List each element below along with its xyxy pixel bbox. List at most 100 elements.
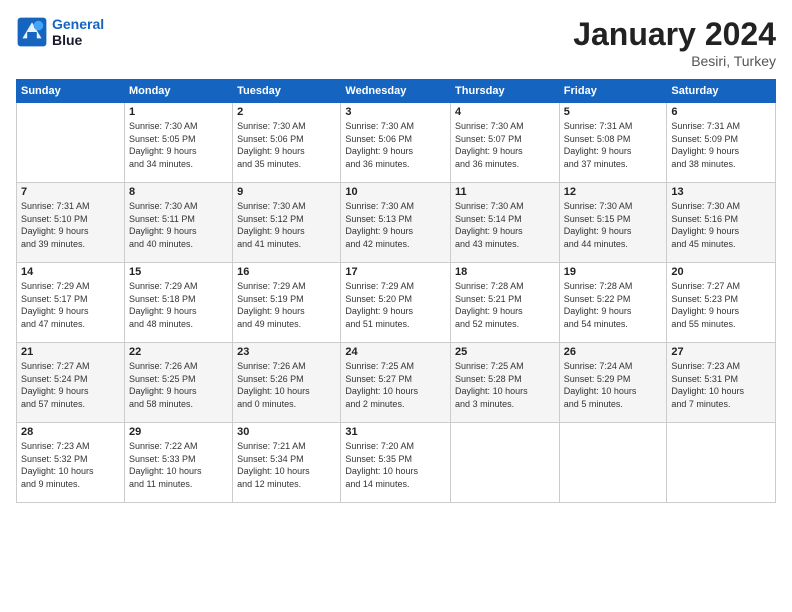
day-info: Sunrise: 7:24 AM Sunset: 5:29 PM Dayligh… xyxy=(564,360,663,410)
month-title: January 2024 xyxy=(573,16,776,53)
day-info: Sunrise: 7:21 AM Sunset: 5:34 PM Dayligh… xyxy=(237,440,336,490)
day-info: Sunrise: 7:30 AM Sunset: 5:06 PM Dayligh… xyxy=(345,120,446,170)
calendar-cell: 14 Sunrise: 7:29 AM Sunset: 5:17 PM Dayli… xyxy=(17,263,125,343)
calendar-cell: 1 Sunrise: 7:30 AM Sunset: 5:05 PM Daylig… xyxy=(124,103,232,183)
day-info: Sunrise: 7:23 AM Sunset: 5:31 PM Dayligh… xyxy=(671,360,771,410)
col-monday: Monday xyxy=(124,80,232,103)
day-info: Sunrise: 7:30 AM Sunset: 5:06 PM Dayligh… xyxy=(237,120,336,170)
calendar-cell: 13Sunrise: 7:30 AM Sunset: 5:16 PM Dayli… xyxy=(667,183,776,263)
calendar-cell: 21 Sunrise: 7:27 AM Sunset: 5:24 PM Dayli… xyxy=(17,343,125,423)
day-info: Sunrise: 7:23 AM Sunset: 5:32 PM Dayligh… xyxy=(21,440,120,490)
location-subtitle: Besiri, Turkey xyxy=(573,53,776,69)
day-number: 17 xyxy=(345,266,446,278)
day-info: Sunrise: 7:25 AM Sunset: 5:28 PM Dayligh… xyxy=(455,360,555,410)
day-info: Sunrise: 7:30 AM Sunset: 5:11 PM Dayligh… xyxy=(129,200,228,250)
day-info: Sunrise: 7:29 AM Sunset: 5:17 PM Dayligh… xyxy=(21,280,120,330)
calendar-table: Sunday Monday Tuesday Wednesday Thursday… xyxy=(16,79,776,503)
week-row-4: 21 Sunrise: 7:27 AM Sunset: 5:24 PM Dayli… xyxy=(17,343,776,423)
day-number: 14 xyxy=(21,266,120,278)
calendar-cell: 12 Sunrise: 7:30 AM Sunset: 5:15 PM Dayli… xyxy=(559,183,667,263)
day-info: Sunrise: 7:26 AM Sunset: 5:25 PM Dayligh… xyxy=(129,360,228,410)
calendar-cell: 27 Sunrise: 7:23 AM Sunset: 5:31 PM Dayli… xyxy=(667,343,776,423)
week-row-1: 1 Sunrise: 7:30 AM Sunset: 5:05 PM Daylig… xyxy=(17,103,776,183)
day-info: Sunrise: 7:31 AM Sunset: 5:09 PM Dayligh… xyxy=(671,120,771,170)
day-info: Sunrise: 7:30 AM Sunset: 5:12 PM Dayligh… xyxy=(237,200,336,250)
day-info: Sunrise: 7:31 AM Sunset: 5:08 PM Dayligh… xyxy=(564,120,663,170)
calendar-cell: 23Sunrise: 7:26 AM Sunset: 5:26 PM Dayli… xyxy=(233,343,341,423)
day-number: 22 xyxy=(129,346,228,358)
calendar-cell: 18Sunrise: 7:28 AM Sunset: 5:21 PM Dayli… xyxy=(451,263,560,343)
calendar-cell: 15 Sunrise: 7:29 AM Sunset: 5:18 PM Dayli… xyxy=(124,263,232,343)
day-number: 20 xyxy=(671,266,771,278)
col-saturday: Saturday xyxy=(667,80,776,103)
day-number: 3 xyxy=(345,106,446,118)
day-number: 27 xyxy=(671,346,771,358)
day-number: 8 xyxy=(129,186,228,198)
day-info: Sunrise: 7:22 AM Sunset: 5:33 PM Dayligh… xyxy=(129,440,228,490)
header-row: Sunday Monday Tuesday Wednesday Thursday… xyxy=(17,80,776,103)
title-block: January 2024 Besiri, Turkey xyxy=(573,16,776,69)
day-number: 10 xyxy=(345,186,446,198)
day-info: Sunrise: 7:29 AM Sunset: 5:18 PM Dayligh… xyxy=(129,280,228,330)
col-friday: Friday xyxy=(559,80,667,103)
day-number: 24 xyxy=(345,346,446,358)
calendar-cell xyxy=(559,423,667,503)
col-tuesday: Tuesday xyxy=(233,80,341,103)
day-info: Sunrise: 7:26 AM Sunset: 5:26 PM Dayligh… xyxy=(237,360,336,410)
day-info: Sunrise: 7:30 AM Sunset: 5:07 PM Dayligh… xyxy=(455,120,555,170)
day-number: 1 xyxy=(129,106,228,118)
calendar-cell: 2 Sunrise: 7:30 AM Sunset: 5:06 PM Daylig… xyxy=(233,103,341,183)
calendar-cell: 29 Sunrise: 7:22 AM Sunset: 5:33 PM Dayli… xyxy=(124,423,232,503)
day-info: Sunrise: 7:27 AM Sunset: 5:24 PM Dayligh… xyxy=(21,360,120,410)
day-number: 18 xyxy=(455,266,555,278)
day-number: 31 xyxy=(345,426,446,438)
day-info: Sunrise: 7:30 AM Sunset: 5:14 PM Dayligh… xyxy=(455,200,555,250)
calendar-cell: 11Sunrise: 7:30 AM Sunset: 5:14 PM Dayli… xyxy=(451,183,560,263)
day-number: 4 xyxy=(455,106,555,118)
header: General Blue January 2024 Besiri, Turkey xyxy=(16,16,776,69)
logo-icon xyxy=(16,16,48,48)
calendar-cell: 19Sunrise: 7:28 AM Sunset: 5:22 PM Dayli… xyxy=(559,263,667,343)
calendar-cell: 6 Sunrise: 7:31 AM Sunset: 5:09 PM Daylig… xyxy=(667,103,776,183)
calendar-cell: 28 Sunrise: 7:23 AM Sunset: 5:32 PM Dayli… xyxy=(17,423,125,503)
calendar-cell: 8 Sunrise: 7:30 AM Sunset: 5:11 PM Daylig… xyxy=(124,183,232,263)
calendar-cell xyxy=(667,423,776,503)
day-info: Sunrise: 7:30 AM Sunset: 5:15 PM Dayligh… xyxy=(564,200,663,250)
day-number: 26 xyxy=(564,346,663,358)
calendar-page: General Blue January 2024 Besiri, Turkey… xyxy=(0,0,792,612)
day-info: Sunrise: 7:30 AM Sunset: 5:05 PM Dayligh… xyxy=(129,120,228,170)
day-number: 28 xyxy=(21,426,120,438)
day-number: 15 xyxy=(129,266,228,278)
week-row-5: 28 Sunrise: 7:23 AM Sunset: 5:32 PM Dayli… xyxy=(17,423,776,503)
calendar-cell: 31 Sunrise: 7:20 AM Sunset: 5:35 PM Dayli… xyxy=(341,423,451,503)
col-wednesday: Wednesday xyxy=(341,80,451,103)
calendar-cell: 30Sunrise: 7:21 AM Sunset: 5:34 PM Dayli… xyxy=(233,423,341,503)
day-number: 9 xyxy=(237,186,336,198)
day-info: Sunrise: 7:31 AM Sunset: 5:10 PM Dayligh… xyxy=(21,200,120,250)
day-info: Sunrise: 7:20 AM Sunset: 5:35 PM Dayligh… xyxy=(345,440,446,490)
col-thursday: Thursday xyxy=(451,80,560,103)
calendar-cell: 7Sunrise: 7:31 AM Sunset: 5:10 PM Daylig… xyxy=(17,183,125,263)
calendar-cell: 26 Sunrise: 7:24 AM Sunset: 5:29 PM Dayli… xyxy=(559,343,667,423)
calendar-cell: 16Sunrise: 7:29 AM Sunset: 5:19 PM Dayli… xyxy=(233,263,341,343)
day-number: 29 xyxy=(129,426,228,438)
calendar-cell xyxy=(451,423,560,503)
calendar-cell: 17 Sunrise: 7:29 AM Sunset: 5:20 PM Dayli… xyxy=(341,263,451,343)
day-number: 21 xyxy=(21,346,120,358)
calendar-cell: 20Sunrise: 7:27 AM Sunset: 5:23 PM Dayli… xyxy=(667,263,776,343)
logo-line2: Blue xyxy=(52,32,82,48)
calendar-cell: 5Sunrise: 7:31 AM Sunset: 5:08 PM Daylig… xyxy=(559,103,667,183)
calendar-cell: 25Sunrise: 7:25 AM Sunset: 5:28 PM Dayli… xyxy=(451,343,560,423)
day-number: 2 xyxy=(237,106,336,118)
day-number: 12 xyxy=(564,186,663,198)
week-row-2: 7Sunrise: 7:31 AM Sunset: 5:10 PM Daylig… xyxy=(17,183,776,263)
day-info: Sunrise: 7:25 AM Sunset: 5:27 PM Dayligh… xyxy=(345,360,446,410)
calendar-cell xyxy=(17,103,125,183)
calendar-cell: 9 Sunrise: 7:30 AM Sunset: 5:12 PM Daylig… xyxy=(233,183,341,263)
day-info: Sunrise: 7:29 AM Sunset: 5:20 PM Dayligh… xyxy=(345,280,446,330)
calendar-cell: 24 Sunrise: 7:25 AM Sunset: 5:27 PM Dayli… xyxy=(341,343,451,423)
logo-line1: General xyxy=(52,16,104,32)
day-number: 6 xyxy=(671,106,771,118)
calendar-cell: 3 Sunrise: 7:30 AM Sunset: 5:06 PM Daylig… xyxy=(341,103,451,183)
day-number: 16 xyxy=(237,266,336,278)
